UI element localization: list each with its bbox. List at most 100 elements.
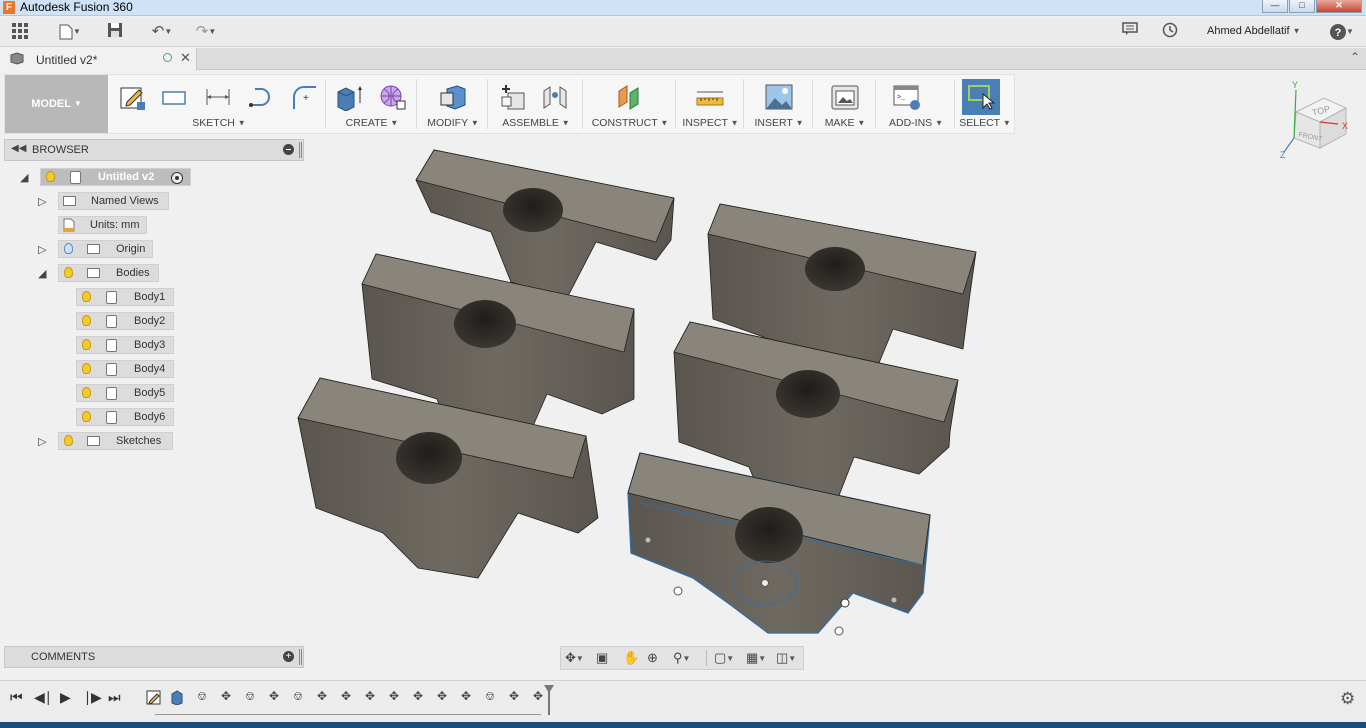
job-status-clock-icon[interactable] xyxy=(1160,22,1180,42)
dimension-icon[interactable] xyxy=(204,83,232,111)
collapse-toolbar-icon[interactable]: ⌃ xyxy=(1350,50,1360,64)
timeline-move-icon[interactable]: ✥ xyxy=(314,689,330,707)
visibility-bulb-icon[interactable] xyxy=(82,411,91,422)
expand-origin-icon[interactable]: ▷ xyxy=(38,243,46,256)
press-pull-icon[interactable] xyxy=(439,83,467,111)
timeline-move-icon[interactable]: ✥ xyxy=(410,689,426,707)
joint-icon[interactable] xyxy=(541,83,569,111)
line-arc-icon[interactable] xyxy=(248,83,276,111)
add-ins-group[interactable]: >_ ADD-INS ▼ xyxy=(877,75,955,133)
maximize-button[interactable]: □ xyxy=(1289,0,1315,13)
close-window-button[interactable]: ✕ xyxy=(1316,0,1362,13)
visibility-bulb-icon[interactable] xyxy=(82,363,91,374)
timeline-move-icon[interactable]: ✥ xyxy=(386,689,402,707)
tree-node-body[interactable]: Body6 xyxy=(76,408,174,426)
fit-zoom-icon[interactable]: ⚲▼ xyxy=(673,650,690,666)
panel-pin-icon[interactable] xyxy=(299,142,302,158)
go-to-end-icon[interactable]: ⏭ xyxy=(108,689,121,706)
panel-pin-icon[interactable] xyxy=(299,649,302,665)
zoom-icon[interactable]: ⊕ xyxy=(647,650,658,666)
measure-ruler-icon[interactable] xyxy=(696,83,724,111)
timeline-feature-icon[interactable]: ⎊ xyxy=(194,689,210,707)
sketch-group[interactable]: + SKETCH ▼ xyxy=(112,75,326,133)
inspect-group[interactable]: INSPECT ▼ xyxy=(677,75,744,133)
rectangle-icon[interactable] xyxy=(160,83,188,111)
visibility-bulb-icon[interactable] xyxy=(46,171,55,182)
extrude-box-icon[interactable] xyxy=(335,83,363,111)
play-icon[interactable]: ▶ xyxy=(60,689,71,706)
add-comment-icon[interactable]: + xyxy=(283,651,294,662)
timeline-sketch-icon[interactable] xyxy=(146,689,162,707)
timeline-move-icon[interactable]: ✥ xyxy=(266,689,282,707)
select-group[interactable]: SELECT ▼ xyxy=(956,75,1014,133)
expand-root-icon[interactable]: ◢ xyxy=(20,171,28,184)
3d-viewport[interactable] xyxy=(290,140,990,640)
form-tspline-icon[interactable] xyxy=(379,83,407,111)
notifications-icon[interactable] xyxy=(1120,22,1140,42)
look-at-icon[interactable]: ▣ xyxy=(596,650,608,666)
assemble-group[interactable]: ASSEMBLE ▼ xyxy=(489,75,583,133)
visibility-bulb-icon[interactable] xyxy=(82,387,91,398)
insert-image-icon[interactable] xyxy=(765,83,793,111)
visibility-bulb-icon[interactable] xyxy=(64,435,73,446)
activate-component-icon[interactable] xyxy=(171,172,183,184)
body-part[interactable] xyxy=(297,377,599,579)
tree-node-root[interactable]: Untitled v2 xyxy=(40,168,191,186)
timeline-move-icon[interactable]: ✥ xyxy=(434,689,450,707)
minimize-browser-icon[interactable] xyxy=(283,144,294,155)
3d-print-icon[interactable] xyxy=(831,83,859,111)
tree-node-body[interactable]: Body2 xyxy=(76,312,174,330)
minimize-button[interactable]: — xyxy=(1262,0,1288,13)
tree-node-units[interactable]: Units: mm xyxy=(58,216,147,234)
tree-node-named-views[interactable]: Named Views xyxy=(58,192,169,210)
timeline-move-icon[interactable]: ✥ xyxy=(458,689,474,707)
make-group[interactable]: MAKE ▼ xyxy=(814,75,876,133)
orbit-icon[interactable]: ✥▼ xyxy=(565,650,584,666)
timeline-settings-gear-icon[interactable]: ⚙ xyxy=(1340,689,1355,709)
visibility-bulb-off-icon[interactable] xyxy=(64,243,73,254)
construct-group[interactable]: CONSTRUCT ▼ xyxy=(584,75,676,133)
expand-sketches-icon[interactable]: ▷ xyxy=(38,435,46,448)
file-menu-icon[interactable]: ▼ xyxy=(55,22,85,42)
comments-panel-header[interactable]: COMMENTS + xyxy=(4,646,304,668)
new-component-icon[interactable] xyxy=(499,83,527,111)
tree-node-sketches[interactable]: Sketches xyxy=(58,432,173,450)
display-settings-icon[interactable]: ▢▼ xyxy=(714,650,734,666)
help-icon[interactable]: ? ▼ xyxy=(1325,22,1359,42)
close-tab-icon[interactable]: ✕ xyxy=(180,50,191,66)
timeline-feature-icon[interactable]: ⎊ xyxy=(290,689,306,707)
undo-icon[interactable]: ↶▼ xyxy=(145,22,179,42)
workspace-switcher[interactable]: MODEL ▼ xyxy=(5,75,108,133)
offset-plane-icon[interactable] xyxy=(616,83,644,111)
tree-node-body[interactable]: Body1 xyxy=(76,288,174,306)
visibility-bulb-icon[interactable] xyxy=(82,291,91,302)
tree-node-body[interactable]: Body3 xyxy=(76,336,174,354)
expand-bodies-icon[interactable]: ◢ xyxy=(38,267,46,280)
browser-panel-header[interactable]: ◀◀ BROWSER xyxy=(4,139,304,161)
redo-icon[interactable]: ↷▼ xyxy=(189,22,223,42)
viewports-icon[interactable]: ◫▼ xyxy=(776,650,796,666)
create-group[interactable]: CREATE ▼ xyxy=(327,75,417,133)
timeline-feature-icon[interactable]: ⎊ xyxy=(482,689,498,707)
visibility-bulb-icon[interactable] xyxy=(82,315,91,326)
tree-node-body[interactable]: Body4 xyxy=(76,360,174,378)
user-account-menu[interactable]: Ahmed Abdellatif ▼ xyxy=(1207,25,1301,37)
visibility-bulb-icon[interactable] xyxy=(64,267,73,278)
tree-node-body[interactable]: Body5 xyxy=(76,384,174,402)
insert-group[interactable]: INSERT ▼ xyxy=(745,75,813,133)
go-to-start-icon[interactable]: ⏮ xyxy=(10,689,23,706)
grid-settings-icon[interactable]: ▦▼ xyxy=(746,650,766,666)
timeline-feature-icon[interactable]: ⎊ xyxy=(242,689,258,707)
scripts-addins-icon[interactable]: >_ xyxy=(893,83,921,111)
timeline-move-icon[interactable]: ✥ xyxy=(338,689,354,707)
pan-hand-icon[interactable]: ✋ xyxy=(623,650,639,666)
fillet-icon[interactable]: + xyxy=(290,83,318,111)
expand-named-views-icon[interactable]: ▷ xyxy=(38,195,46,208)
select-cursor-icon[interactable] xyxy=(967,82,995,110)
collapse-panel-icon[interactable]: ◀◀ xyxy=(11,143,26,154)
timeline-extrude-icon[interactable] xyxy=(170,689,186,707)
timeline-move-icon[interactable]: ✥ xyxy=(506,689,522,707)
save-icon[interactable] xyxy=(105,22,125,42)
tree-node-bodies[interactable]: Bodies xyxy=(58,264,159,282)
timeline-marker-handle[interactable] xyxy=(544,685,554,715)
